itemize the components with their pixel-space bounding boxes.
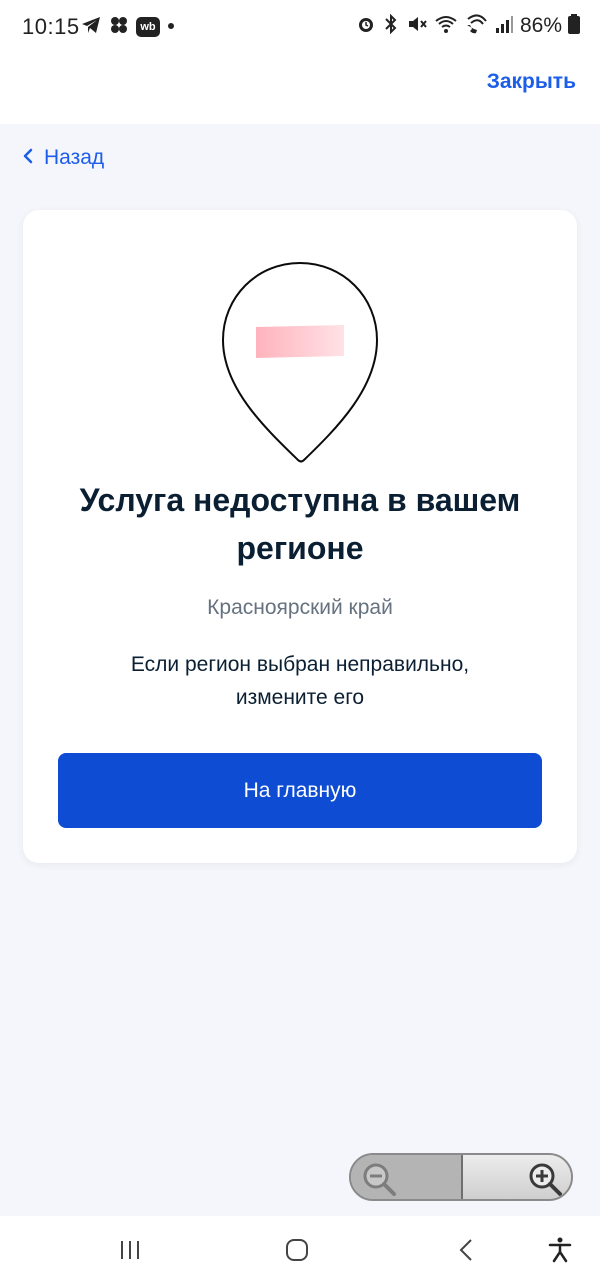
hint-text: Если регион выбран неправильно, измените… [130, 653, 470, 709]
telegram-icon [80, 14, 102, 41]
zoom-out-button[interactable] [351, 1155, 463, 1199]
status-left-icons: wb [80, 14, 176, 40]
back-icon [457, 1238, 475, 1267]
apps-icon [108, 14, 130, 41]
back-button[interactable]: Назад [22, 143, 104, 173]
chevron-left-icon [22, 146, 34, 170]
page-title: Услуга недоступна в вашем регионе [79, 482, 521, 566]
app-bar: Закрыть [0, 54, 600, 124]
zoom-in-icon [527, 1161, 565, 1199]
zoom-control [349, 1153, 573, 1201]
zoom-out-icon [361, 1161, 399, 1199]
status-bar: 10:15 wb 86% [0, 0, 600, 54]
status-time: 10:15 [22, 14, 80, 39]
recent-apps-button[interactable] [110, 1234, 150, 1270]
accessibility-button[interactable] [540, 1234, 580, 1270]
bluetooth-icon [382, 13, 400, 40]
region-name: Красноярский край [207, 596, 393, 619]
mute-icon [406, 13, 428, 40]
home-icon [284, 1238, 310, 1267]
back-nav-button[interactable] [446, 1234, 486, 1270]
wb-icon: wb [136, 17, 160, 37]
alarm-icon [356, 14, 376, 39]
accessibility-icon [548, 1237, 572, 1268]
signal-icon [494, 14, 514, 39]
battery-percent: 86% [519, 14, 562, 37]
wb-label: wb [140, 21, 156, 33]
status-right: 86% [356, 12, 580, 40]
system-nav-bar [0, 1216, 600, 1286]
back-label: Назад [44, 146, 105, 169]
unavailable-card: Услуга недоступна в вашем регионе Красно… [23, 210, 577, 863]
close-button[interactable]: Закрыть [487, 70, 576, 94]
wifi-calling-icon [464, 13, 488, 40]
wifi-icon [434, 13, 458, 40]
dot-icon [166, 18, 176, 36]
map-pin-icon [220, 260, 380, 465]
zoom-in-button[interactable] [463, 1155, 571, 1199]
recent-apps-icon [118, 1239, 142, 1266]
battery-icon [568, 13, 580, 39]
home-nav-button[interactable] [277, 1234, 317, 1270]
home-button[interactable]: На главную [58, 753, 542, 828]
